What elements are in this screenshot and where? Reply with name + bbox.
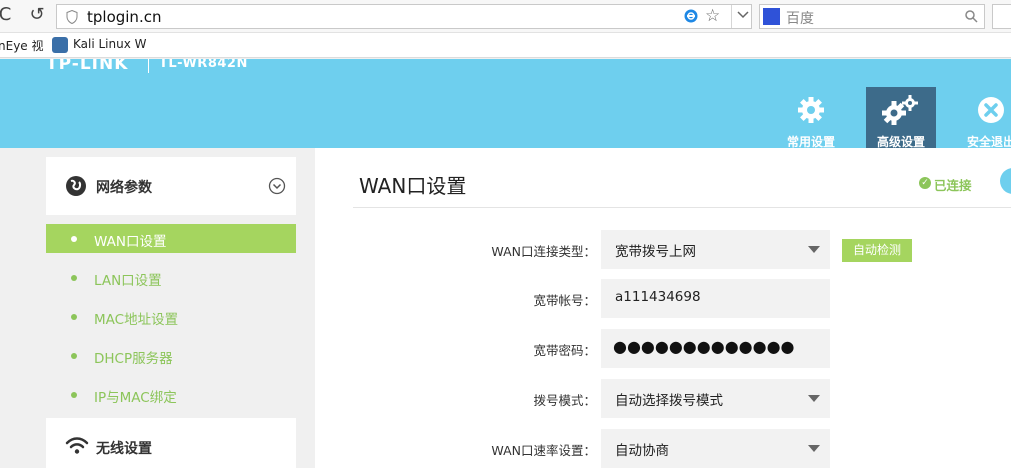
field-label: 宽带帐号： — [533, 293, 596, 308]
router-header: TP-LINK TL-WR842N 常用设置 高级设置 安全退出 — [0, 59, 1011, 148]
sidebar-group-wireless[interactable]: 无线设置 — [46, 418, 296, 468]
password-input[interactable]: ●●●●●●●●●●●●● — [601, 329, 830, 368]
divider — [353, 207, 1011, 208]
account-input[interactable]: a111434698 — [601, 279, 830, 318]
network-globe-icon — [66, 176, 86, 196]
sidebar-group-network[interactable]: 网络参数 — [46, 157, 296, 215]
main-panel: WAN口设置 ✓ 已连接 ? WAN口连接类型： 宽带拨号上网 自动检测 宽带帐… — [315, 148, 1011, 468]
browser-toolbar: C ↺ tplogin.cn ☆ 百度 — [0, 0, 1011, 33]
sidebar-item-label: MAC地址设置 — [94, 312, 179, 328]
help-icon[interactable]: ? — [1000, 168, 1011, 194]
search-input[interactable]: 百度 — [759, 4, 985, 29]
baidu-icon — [763, 8, 780, 25]
close-circle-icon — [978, 97, 1004, 123]
sidebar-item-dhcp[interactable]: DHCP服务器 — [46, 341, 296, 370]
gear-icon — [798, 97, 824, 123]
back-icon[interactable]: ↺ — [26, 4, 48, 26]
bookmark-item[interactable]: nEye 视 — [0, 37, 44, 54]
chevron-down-icon[interactable] — [736, 8, 750, 22]
sidebar-item-label: DHCP服务器 — [94, 351, 173, 367]
status-text: 已连接 — [934, 178, 972, 193]
address-bar[interactable]: tplogin.cn ☆ — [56, 4, 752, 29]
sidebar-item-mac[interactable]: MAC地址设置 — [46, 302, 296, 331]
form-row-dial-mode: 拨号模式： 自动选择拨号模式 — [315, 379, 1011, 418]
search-icon[interactable] — [964, 9, 978, 23]
tab-label: 高级设置 — [876, 135, 925, 148]
check-icon: ✓ — [919, 177, 931, 189]
wifi-icon — [65, 437, 89, 454]
connection-status: ✓ 已连接 — [919, 175, 972, 194]
wan-speed-select[interactable]: 自动协商 — [601, 429, 830, 468]
field-label: WAN口连接类型： — [491, 244, 596, 259]
star-icon[interactable]: ☆ — [705, 6, 720, 26]
divider — [731, 5, 732, 28]
sidebar-item-lan[interactable]: LAN口设置 — [46, 263, 296, 292]
tab-label: 常用设置 — [786, 135, 835, 148]
search-placeholder: 百度 — [786, 11, 814, 27]
sidebar-item-label: WAN口设置 — [94, 234, 167, 250]
dropdown-arrow-icon — [808, 395, 820, 402]
kali-icon — [52, 37, 68, 53]
dropdown-arrow-icon — [808, 246, 820, 253]
form-row-wan-speed: WAN口速率设置： 自动协商 — [315, 429, 1011, 468]
form-row-password: 宽带密码： ●●●●●●●●●●●●● — [315, 329, 1011, 368]
bullet-icon — [71, 314, 77, 320]
sidebar-item-label: LAN口设置 — [94, 273, 162, 289]
model-name: TL-WR842N — [159, 59, 248, 71]
tab-logout[interactable]: 安全退出 — [956, 87, 1011, 148]
url-text: tplogin.cn — [87, 8, 162, 26]
extra-field[interactable] — [992, 4, 1011, 29]
select-value: 自动协商 — [615, 443, 669, 459]
dial-mode-select[interactable]: 自动选择拨号模式 — [601, 379, 830, 418]
brand-logo: TP-LINK — [46, 59, 129, 74]
connection-type-select[interactable]: 宽带拨号上网 — [601, 230, 830, 269]
ie-icon[interactable] — [683, 8, 699, 24]
bookmarks-bar: nEye 视 Kali Linux W — [0, 33, 1011, 58]
password-value: ●●●●●●●●●●●●● — [613, 337, 795, 356]
gears-icon — [882, 95, 918, 125]
sidebar-item-wan[interactable]: WAN口设置 — [46, 224, 296, 253]
field-label: 宽带密码： — [533, 343, 596, 358]
chevron-down-circle-icon[interactable] — [268, 177, 286, 195]
input-value: a111434698 — [615, 289, 701, 305]
shield-icon — [66, 10, 78, 24]
auto-detect-button[interactable]: 自动检测 — [842, 239, 912, 262]
sidebar-group-title: 网络参数 — [96, 180, 152, 196]
sidebar: 网络参数 WAN口设置 LAN口设置 MAC地址设置 DHCP服务器 IP与MA… — [46, 157, 296, 468]
field-label: 拨号模式： — [533, 393, 596, 408]
page-title: WAN口设置 — [359, 174, 467, 198]
tab-label: 安全退出 — [966, 135, 1011, 148]
select-value: 宽带拨号上网 — [615, 244, 696, 260]
dropdown-arrow-icon — [808, 445, 820, 452]
bookmark-item[interactable]: Kali Linux W — [73, 37, 147, 51]
tab-common-settings[interactable]: 常用设置 — [776, 87, 846, 148]
sidebar-item-label: IP与MAC绑定 — [94, 390, 177, 406]
tab-advanced-settings[interactable]: 高级设置 — [866, 87, 936, 148]
bullet-icon — [71, 275, 77, 281]
refresh-icon[interactable]: C — [0, 4, 16, 26]
sidebar-item-ip-mac-binding[interactable]: IP与MAC绑定 — [46, 380, 296, 409]
form-row-account: 宽带帐号： a111434698 — [315, 279, 1011, 318]
bullet-icon — [71, 236, 77, 242]
bullet-icon — [71, 392, 77, 398]
field-label: WAN口速率设置： — [491, 443, 596, 458]
sidebar-group-title: 无线设置 — [96, 441, 152, 457]
divider — [148, 59, 149, 73]
select-value: 自动选择拨号模式 — [615, 393, 723, 409]
bullet-icon — [71, 353, 77, 359]
